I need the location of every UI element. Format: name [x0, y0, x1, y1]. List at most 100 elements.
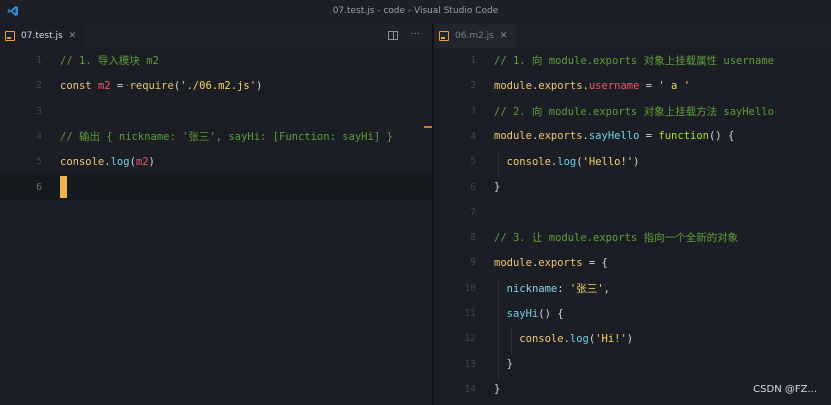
token: './06.m2.js' — [180, 79, 257, 92]
code-line[interactable]: 2 module.exports.username = ' a ' — [434, 73, 831, 98]
token: // 输出 { nickname: '张三', sayHi: [Function… — [60, 130, 393, 143]
code-line[interactable]: 5 console.log('Hello!') — [434, 149, 831, 174]
editor-group-right: 06.m2.js ✕ 1 // 1. 向 module.exports 对象上挂载… — [434, 24, 831, 405]
token: // 1. 导入模块 m2 — [60, 55, 159, 67]
token: exports — [538, 79, 583, 92]
token: exports — [538, 130, 583, 143]
code-line[interactable]: 4 module.exports.sayHello = function() { — [434, 124, 831, 149]
line-number: 5 — [470, 156, 476, 168]
token: ) — [256, 79, 263, 92]
token: m2 — [135, 155, 149, 168]
code-text: const m2 = require('./06.m2.js') — [42, 80, 262, 92]
line-number: 12 — [464, 333, 476, 345]
token: log — [569, 332, 589, 345]
token: 'Hello!' — [582, 155, 634, 168]
code-text: sayHi() { — [476, 308, 564, 320]
tab-06-m2-js[interactable]: 06.m2.js ✕ — [434, 24, 516, 48]
code-line[interactable]: 6 — [0, 174, 432, 200]
code-text: } — [476, 383, 500, 395]
title-bar: 07.test.js - code - Visual Studio Code — [0, 0, 831, 24]
code-text: module.exports = { — [476, 257, 608, 269]
token: // 1. 向 module.exports 对象上挂载属性 username — [494, 55, 774, 67]
code-editor-right[interactable]: 1 // 1. 向 module.exports 对象上挂载属性 username… — [434, 48, 831, 405]
token: module — [494, 130, 532, 143]
token: ' a ' — [658, 79, 691, 92]
close-icon[interactable]: ✕ — [500, 31, 508, 41]
window-title: 07.test.js - code - Visual Studio Code — [332, 6, 499, 16]
token: , — [603, 282, 610, 295]
code-line[interactable]: 7 — [434, 200, 831, 225]
token: : — [557, 282, 570, 295]
scroll-marker — [424, 126, 432, 128]
code-line[interactable]: 9 module.exports = { — [434, 250, 831, 275]
token: log — [557, 155, 577, 168]
indent-guide — [498, 151, 499, 177]
token: ) — [633, 155, 640, 168]
code-text: // 1. 导入模块 m2 — [42, 53, 159, 68]
code-text: // 3. 让 module.exports 指向一个全新的对象 — [476, 230, 738, 245]
code-line[interactable]: 3 // 2. 向 module.exports 对象上挂载方法 sayHello — [434, 99, 831, 124]
code-text: // 1. 向 module.exports 对象上挂载属性 username — [476, 53, 774, 68]
code-text: console.log('Hello!') — [476, 155, 640, 168]
code-line[interactable]: 6} — [434, 175, 831, 200]
token: function — [658, 130, 709, 143]
token: ) — [148, 155, 155, 168]
token: log — [110, 155, 130, 168]
token: // 2. 向 module.exports 对象上挂载方法 sayHello — [494, 105, 774, 118]
code-line[interactable]: 12 console.log('Hi!') — [434, 326, 831, 351]
line-number: 11 — [464, 308, 476, 319]
code-text — [42, 176, 67, 198]
code-line[interactable]: 10 nickname: '张三', — [434, 276, 831, 301]
code-text: // 输出 { nickname: '张三', sayHi: [Function… — [42, 129, 393, 144]
line-number: 3 — [470, 105, 476, 117]
code-text: } — [476, 181, 500, 193]
split-editor-icon[interactable] — [388, 31, 399, 40]
token: exports — [538, 256, 583, 269]
token: nickname — [506, 282, 558, 295]
text-cursor — [60, 176, 67, 198]
editor-actions: ··· — [388, 29, 420, 40]
editor-group-left: 07.test.js ✕ ··· 1 // 1. 导入模块 m2 2 const m2… — [0, 24, 432, 405]
line-number: 14 — [464, 383, 476, 395]
line-number: 3 — [36, 105, 42, 117]
token: 'Hi!' — [595, 332, 627, 345]
code-editor-left[interactable]: 1 // 1. 导入模块 m2 2 const m2 = require('./06.… — [0, 48, 432, 405]
token: module — [494, 79, 532, 92]
line-number: 10 — [464, 282, 476, 294]
code-line[interactable]: 4 // 输出 { nickname: '张三', sayHi: [Functio… — [0, 124, 432, 149]
more-actions-icon[interactable]: ··· — [410, 29, 420, 40]
token: } — [494, 358, 513, 371]
close-icon[interactable]: ✕ — [69, 31, 77, 41]
code-line[interactable]: 2 const m2 = require('./06.m2.js') — [0, 73, 432, 98]
token: sayHi — [506, 307, 539, 320]
token: module — [494, 256, 532, 269]
code-line[interactable]: 13 } — [434, 352, 831, 377]
token: console — [60, 155, 105, 168]
code-text: console.log('Hi!') — [476, 333, 633, 345]
code-line[interactable]: 11 sayHi() { — [434, 301, 831, 326]
token: = — [639, 79, 659, 92]
indent-guide — [511, 328, 512, 354]
token: '张三' — [569, 282, 604, 295]
indent-guide — [498, 277, 499, 379]
code-line[interactable]: 8 // 3. 让 module.exports 指向一个全新的对象 — [434, 225, 831, 250]
line-number: 1 — [36, 55, 42, 66]
token: console — [519, 332, 564, 345]
code-line[interactable]: 5 console.log(m2) — [0, 149, 432, 174]
token: = — [639, 130, 659, 143]
code-line[interactable]: 1 // 1. 导入模块 m2 — [0, 48, 432, 73]
code-line[interactable]: 1 // 1. 向 module.exports 对象上挂载属性 username — [434, 48, 831, 73]
code-text: console.log(m2) — [42, 156, 155, 168]
code-text: } — [476, 358, 513, 370]
code-text: // 2. 向 module.exports 对象上挂载方法 sayHello — [476, 104, 774, 119]
tab-label: 07.test.js — [21, 31, 63, 41]
token: } — [494, 383, 501, 396]
tab-07-test-js[interactable]: 07.test.js ✕ — [0, 24, 85, 48]
code-line[interactable]: 3 — [0, 99, 432, 124]
line-number: 5 — [36, 156, 42, 168]
js-file-icon — [439, 31, 449, 41]
token: username — [588, 79, 640, 92]
line-number: 13 — [464, 358, 476, 370]
code-text: module.exports.sayHello = function() { — [476, 130, 734, 142]
